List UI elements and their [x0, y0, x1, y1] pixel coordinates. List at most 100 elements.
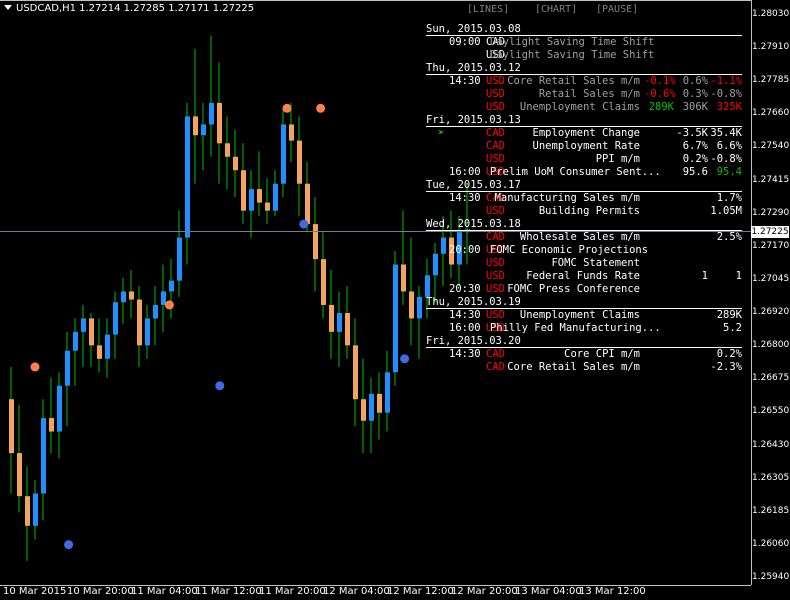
price-tick-label: 1.27540	[752, 141, 790, 152]
candle-body	[137, 299, 142, 346]
candle-body	[369, 393, 374, 421]
current-price-label: 1.27225	[751, 225, 789, 238]
candle-body	[49, 418, 54, 432]
price-tick-label: 1.26675	[752, 373, 790, 384]
candle-body	[377, 393, 382, 413]
candle-body	[217, 102, 222, 144]
candle-body	[441, 237, 446, 254]
price-tick-label: 1.26920	[752, 307, 790, 318]
candle-body	[457, 232, 462, 265]
fractal-down-dot	[299, 219, 309, 229]
time-tick-label: 13 Mar 12:00	[579, 586, 646, 597]
candles-layer	[9, 35, 470, 561]
candle-body	[121, 291, 126, 303]
price-tick-label: 1.27170	[752, 240, 790, 251]
fractals-layer	[30, 103, 410, 550]
candle-body	[145, 318, 150, 346]
fractal-up-dot	[282, 103, 292, 113]
candle-body	[297, 140, 302, 184]
candle-body	[185, 116, 190, 238]
chart-button[interactable]: [CHART]	[535, 4, 577, 15]
candle-body	[193, 116, 198, 136]
candle-body	[241, 170, 246, 211]
candle-body	[225, 143, 230, 157]
price-tick-label: 1.26305	[752, 472, 790, 483]
candle-body	[17, 453, 22, 497]
fractal-down-dot	[400, 354, 410, 364]
candle-body	[169, 280, 174, 292]
pause-button[interactable]: [PAUSE]	[596, 4, 638, 15]
chart-area[interactable]	[0, 0, 790, 600]
candle-body	[281, 124, 286, 184]
fractal-up-dot	[164, 300, 174, 310]
price-tick-label: 1.28030	[752, 9, 790, 19]
candle-body	[25, 496, 30, 526]
time-tick-label: 10 Mar 20:00	[67, 586, 134, 597]
candle-body	[89, 318, 94, 346]
candle-body	[153, 304, 158, 319]
price-tick-label: 1.27415	[752, 174, 790, 185]
time-tick-label: 11 Mar 20:00	[259, 586, 326, 597]
candle-body	[73, 331, 78, 351]
candle-body	[97, 345, 102, 359]
candle-body	[41, 418, 46, 494]
time-tick-label: 10 Mar 2015	[3, 586, 67, 597]
candle-body	[433, 253, 438, 276]
price-tick-label: 1.26060	[752, 538, 790, 549]
candle-body	[57, 385, 62, 432]
candle-body	[345, 313, 350, 346]
price-tick-label: 1.27045	[752, 273, 790, 284]
price-tick-label: 1.25940	[752, 572, 790, 582]
candle-body	[329, 304, 334, 332]
candle-body	[113, 302, 118, 335]
time-tick-label: 12 Mar 20:00	[451, 586, 518, 597]
candle-body	[353, 345, 358, 400]
candle-body	[385, 372, 390, 413]
candle-body	[305, 183, 310, 225]
time-tick-label: 11 Mar 12:00	[195, 586, 262, 597]
price-tick-label: 1.27660	[752, 108, 790, 119]
candle-body	[257, 189, 262, 203]
price-tick-label: 1.26800	[752, 340, 790, 351]
candle-body	[81, 318, 86, 332]
price-tick-label: 1.27290	[752, 207, 790, 218]
time-tick-label: 11 Mar 04:00	[131, 586, 198, 597]
candle-body	[289, 124, 294, 141]
price-tick-label: 1.27910	[752, 42, 790, 53]
fractal-down-dot	[64, 540, 74, 550]
candle-body	[209, 102, 214, 125]
symbol-title: USDCAD,H1 1.27214 1.27285 1.27171 1.2722…	[16, 3, 255, 14]
candle-body	[401, 264, 406, 292]
candle-body	[129, 291, 134, 300]
time-tick-label: 13 Mar 04:00	[515, 586, 582, 597]
fractal-up-dot	[316, 103, 326, 113]
candle-body	[393, 264, 398, 373]
dropdown-triangle-icon[interactable]	[4, 5, 12, 10]
candle-body	[449, 237, 454, 265]
candle-body	[409, 291, 414, 319]
candle-body	[65, 350, 70, 386]
candle-body	[233, 156, 238, 171]
candle-body	[273, 183, 278, 211]
candle-body	[417, 296, 422, 319]
fractal-up-dot	[30, 362, 40, 372]
candle-body	[361, 399, 366, 421]
time-tick-label: 12 Mar 04:00	[323, 586, 390, 597]
price-tick-label: 1.26550	[752, 406, 790, 417]
price-tick-label: 1.26430	[752, 439, 790, 450]
time-tick-label: 12 Mar 12:00	[387, 586, 454, 597]
price-tick-label: 1.27785	[752, 75, 790, 86]
candle-body	[249, 189, 254, 211]
candle-body	[161, 291, 166, 305]
candle-body	[337, 313, 342, 332]
lines-button[interactable]: [LINES]	[467, 4, 509, 15]
candle-body	[425, 275, 430, 297]
candle-body	[105, 334, 110, 359]
fractal-down-dot	[215, 381, 225, 391]
candle-body	[265, 202, 270, 211]
candle-body	[201, 124, 206, 136]
candle-body	[33, 493, 38, 526]
candle-body	[9, 399, 14, 454]
candle-body	[313, 224, 318, 260]
candle-body	[321, 259, 326, 305]
